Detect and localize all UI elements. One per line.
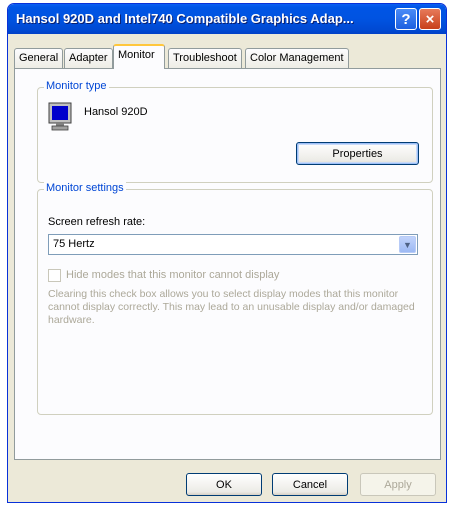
hide-modes-description: Clearing this check box allows you to se…	[48, 288, 415, 326]
monitor-type-group: Monitor type Hansol 920D Properties	[37, 80, 433, 183]
monitor-settings-group: Monitor settings Screen refresh rate: 75…	[37, 182, 433, 415]
question-mark-icon: ?	[401, 10, 411, 28]
tab-troubleshoot[interactable]: Troubleshoot	[168, 48, 242, 68]
display-properties-dialog: Hansol 920D and Intel740 Compatible Grap…	[7, 3, 447, 503]
tab-monitor[interactable]: Monitor	[113, 44, 165, 69]
window-title: Hansol 920D and Intel740 Compatible Grap…	[16, 11, 354, 26]
monitor-type-legend: Monitor type	[44, 80, 109, 92]
tab-adapter[interactable]: Adapter	[64, 48, 113, 68]
monitor-tab-panel: Monitor type Hansol 920D Properties Moni…	[14, 68, 441, 460]
properties-button[interactable]: Properties	[296, 142, 419, 165]
refresh-rate-label: Screen refresh rate:	[48, 216, 146, 228]
chevron-down-icon[interactable]: ▼	[399, 236, 416, 253]
tab-general[interactable]: General	[14, 48, 64, 68]
monitor-name: Hansol 920D	[84, 106, 148, 118]
close-button[interactable]: ×	[419, 8, 441, 30]
monitor-icon	[48, 102, 72, 131]
title-bar[interactable]: Hansol 920D and Intel740 Compatible Grap…	[8, 4, 446, 34]
close-icon: ×	[425, 10, 435, 28]
refresh-rate-select[interactable]: 75 Hertz ▼	[48, 234, 418, 255]
ok-button[interactable]: OK	[186, 473, 262, 496]
hide-modes-checkbox[interactable]	[48, 269, 61, 282]
hide-modes-label[interactable]: Hide modes that this monitor cannot disp…	[66, 269, 279, 281]
monitor-settings-legend: Monitor settings	[44, 182, 126, 194]
tab-color-management[interactable]: Color Management	[245, 48, 349, 68]
cancel-button[interactable]: Cancel	[272, 473, 348, 496]
apply-button[interactable]: Apply	[360, 473, 436, 496]
help-button[interactable]: ?	[395, 8, 417, 30]
refresh-rate-value: 75 Hertz	[53, 238, 95, 250]
